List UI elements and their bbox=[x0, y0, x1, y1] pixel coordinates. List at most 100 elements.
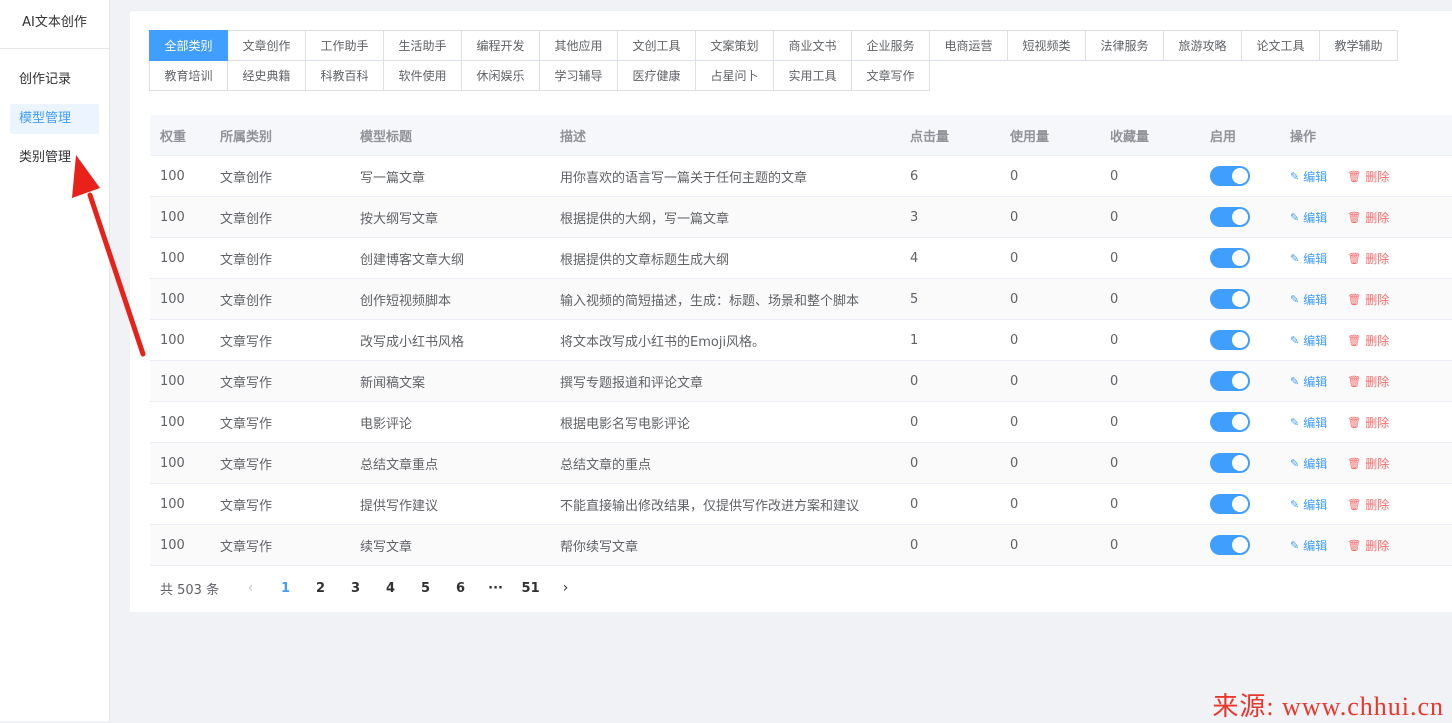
toggle-knob bbox=[1232, 209, 1248, 225]
delete-button[interactable]: 🗑 删除 bbox=[1347, 496, 1389, 513]
main-content: 全部类别 文章创作 工作助手 生活助手 编程开发 其他应用 文创工具 文案策划 商业文书 企业服务… bbox=[130, 10, 1452, 612]
category-tab[interactable]: 电商运营 bbox=[929, 30, 1008, 61]
delete-label: 删除 bbox=[1365, 456, 1390, 471]
table-cell: 文章创作 bbox=[220, 252, 273, 268]
edit-icon: ✎ bbox=[1290, 456, 1300, 470]
category-tab[interactable]: 软件使用 bbox=[383, 60, 462, 91]
delete-button[interactable]: 🗑 删除 bbox=[1347, 168, 1389, 185]
edit-button[interactable]: ✎ 编辑 bbox=[1290, 291, 1327, 308]
category-tab[interactable]: 全部类别 bbox=[149, 30, 228, 61]
category-tab[interactable]: 教学辅助 bbox=[1319, 30, 1398, 61]
category-tab[interactable]: 文创工具 bbox=[617, 30, 696, 61]
category-tab[interactable]: 教育培训 bbox=[149, 60, 228, 91]
category-tab[interactable]: 占星问卜 bbox=[695, 60, 774, 91]
category-tab[interactable]: 工作助手 bbox=[305, 30, 384, 61]
total-count: 共 503 条 bbox=[160, 582, 220, 598]
delete-button[interactable]: 🗑 删除 bbox=[1347, 455, 1389, 472]
table-cell: 0 bbox=[1010, 209, 1019, 225]
delete-button[interactable]: 🗑 删除 bbox=[1347, 209, 1389, 226]
toggle-knob bbox=[1232, 250, 1248, 266]
category-tab[interactable]: 商业文书 bbox=[773, 30, 852, 61]
table-cell: 1 bbox=[910, 332, 919, 348]
table-cell: 0 bbox=[1010, 496, 1019, 512]
enable-toggle[interactable] bbox=[1210, 535, 1250, 555]
category-tab[interactable]: 生活助手 bbox=[383, 30, 462, 61]
delete-button[interactable]: 🗑 删除 bbox=[1347, 537, 1389, 554]
category-tab[interactable]: 编程开发 bbox=[461, 30, 540, 61]
category-tab[interactable]: 论文工具 bbox=[1241, 30, 1320, 61]
category-tab[interactable]: 企业服务 bbox=[851, 30, 930, 61]
category-tab[interactable]: 文章创作 bbox=[227, 30, 306, 61]
sidebar-item-2[interactable]: 类别管理 bbox=[10, 143, 99, 173]
column-header: 点击量 bbox=[910, 129, 950, 145]
enable-cell bbox=[1200, 289, 1280, 309]
page-button[interactable]: ··· bbox=[478, 581, 513, 596]
enable-toggle[interactable] bbox=[1210, 207, 1250, 227]
next-page-icon[interactable]: › bbox=[548, 580, 583, 596]
page-button[interactable]: 4 bbox=[373, 581, 408, 596]
edit-button[interactable]: ✎ 编辑 bbox=[1290, 414, 1327, 431]
page-button[interactable]: 5 bbox=[408, 581, 443, 596]
category-tab[interactable]: 文章写作 bbox=[851, 60, 930, 91]
edit-button[interactable]: ✎ 编辑 bbox=[1290, 373, 1327, 390]
edit-label: 编辑 bbox=[1303, 292, 1328, 307]
table-cell: 撰写专题报道和评论文章 bbox=[560, 375, 704, 391]
page-button[interactable]: 1 bbox=[268, 581, 303, 596]
edit-button[interactable]: ✎ 编辑 bbox=[1290, 250, 1327, 267]
edit-label: 编辑 bbox=[1303, 374, 1328, 389]
enable-toggle[interactable] bbox=[1210, 289, 1250, 309]
column-header: 描述 bbox=[560, 129, 587, 145]
enable-toggle[interactable] bbox=[1210, 453, 1250, 473]
category-tab[interactable]: 科教百科 bbox=[305, 60, 384, 91]
category-tab[interactable]: 经史典籍 bbox=[227, 60, 306, 91]
table-cell: 0 bbox=[1110, 332, 1119, 348]
prev-page-icon[interactable]: ‹ bbox=[233, 580, 268, 596]
edit-button[interactable]: ✎ 编辑 bbox=[1290, 496, 1327, 513]
edit-button[interactable]: ✎ 编辑 bbox=[1290, 168, 1327, 185]
table-row: 100 文章创作 创建博客文章大纲 根据提供的文章标题生成大纲 4 0 0 ✎ 编辑 🗑 删除 bbox=[150, 238, 1452, 279]
enable-cell bbox=[1200, 330, 1280, 350]
page-button[interactable]: 51 bbox=[513, 581, 548, 596]
edit-button[interactable]: ✎ 编辑 bbox=[1290, 455, 1327, 472]
category-tab[interactable]: 休闲娱乐 bbox=[461, 60, 540, 91]
column-header: 收藏量 bbox=[1110, 129, 1150, 145]
delete-button[interactable]: 🗑 删除 bbox=[1347, 291, 1389, 308]
table-cell: 续写文章 bbox=[360, 539, 413, 555]
edit-button[interactable]: ✎ 编辑 bbox=[1290, 332, 1327, 349]
table-cell: 0 bbox=[910, 455, 919, 471]
edit-button[interactable]: ✎ 编辑 bbox=[1290, 209, 1327, 226]
table-cell: 文章写作 bbox=[220, 498, 273, 514]
table-cell: 100 bbox=[160, 496, 185, 512]
category-tab[interactable]: 其他应用 bbox=[539, 30, 618, 61]
delete-button[interactable]: 🗑 删除 bbox=[1347, 250, 1389, 267]
category-tab[interactable]: 短视频类 bbox=[1007, 30, 1086, 61]
enable-toggle[interactable] bbox=[1210, 248, 1250, 268]
delete-button[interactable]: 🗑 删除 bbox=[1347, 414, 1389, 431]
enable-toggle[interactable] bbox=[1210, 166, 1250, 186]
delete-button[interactable]: 🗑 删除 bbox=[1347, 332, 1389, 349]
enable-toggle[interactable] bbox=[1210, 494, 1250, 514]
table-cell: 总结文章重点 bbox=[360, 457, 439, 473]
toggle-knob bbox=[1232, 537, 1248, 553]
page-button[interactable]: 6 bbox=[443, 581, 478, 596]
enable-toggle[interactable] bbox=[1210, 371, 1250, 391]
enable-cell bbox=[1200, 494, 1280, 514]
enable-toggle[interactable] bbox=[1210, 412, 1250, 432]
edit-button[interactable]: ✎ 编辑 bbox=[1290, 537, 1327, 554]
table-cell: 新闻稿文案 bbox=[360, 375, 426, 391]
page-button[interactable]: 3 bbox=[338, 581, 373, 596]
sidebar-item-1[interactable]: 模型管理 bbox=[10, 104, 99, 134]
page-button[interactable]: 2 bbox=[303, 581, 338, 596]
pagination: 共 503 条 ‹ 1 2 3 4 5 6 ··· 51 › bbox=[160, 577, 583, 599]
delete-button[interactable]: 🗑 删除 bbox=[1347, 373, 1389, 390]
category-tab[interactable]: 法律服务 bbox=[1085, 30, 1164, 61]
category-tab[interactable]: 文案策划 bbox=[695, 30, 774, 61]
category-tab[interactable]: 旅游攻略 bbox=[1163, 30, 1242, 61]
enable-toggle[interactable] bbox=[1210, 330, 1250, 350]
category-tab[interactable]: 医疗健康 bbox=[617, 60, 696, 91]
table-cell: 根据电影名写电影评论 bbox=[560, 416, 691, 432]
sidebar-item-0[interactable]: 创作记录 bbox=[10, 65, 99, 95]
category-tab[interactable]: 学习辅导 bbox=[539, 60, 618, 91]
category-tab[interactable]: 实用工具 bbox=[773, 60, 852, 91]
table-cell: 改写成小红书风格 bbox=[360, 334, 465, 350]
